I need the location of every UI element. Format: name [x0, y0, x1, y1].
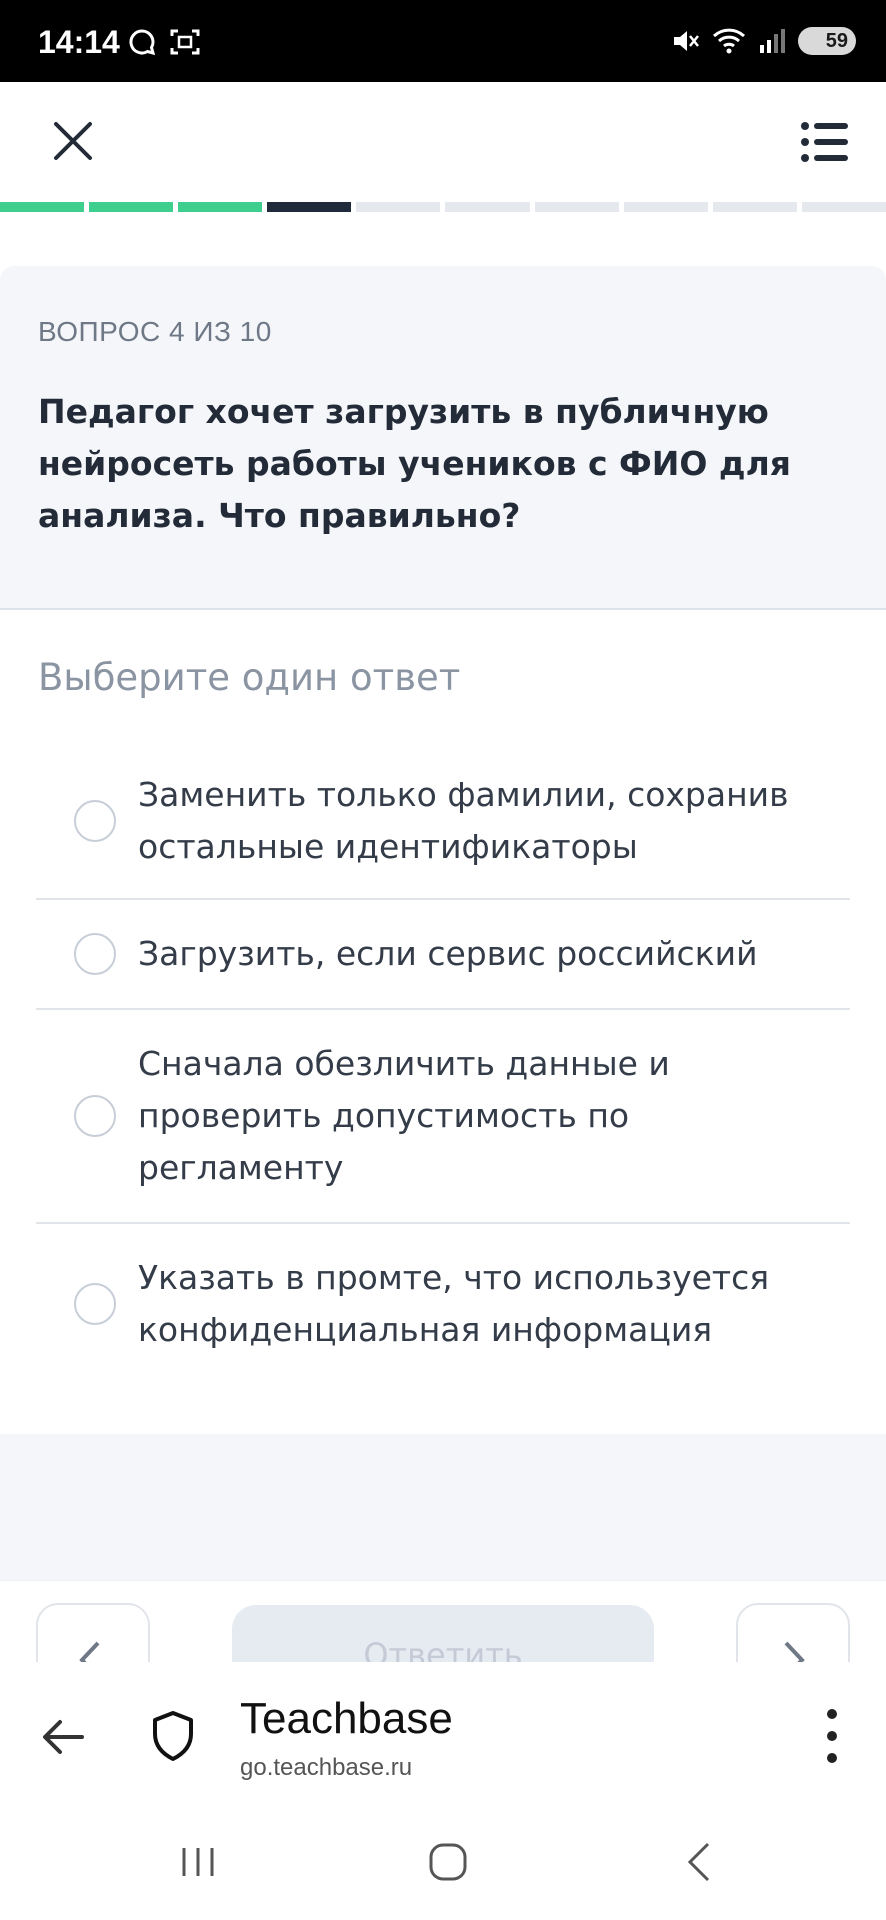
progress-segment — [445, 202, 530, 212]
browser-bar: Teachbase go.teachbase.ru — [0, 1662, 886, 1810]
answer-option-label: Загрузить, если сервис российский — [138, 934, 758, 973]
radio-button[interactable] — [74, 1095, 116, 1137]
screenshot-icon — [170, 29, 200, 55]
progress-segment — [0, 202, 85, 212]
status-time: 14:14 — [38, 24, 120, 60]
answer-option[interactable]: Загрузить, если сервис российский — [36, 900, 850, 1010]
status-bar: 14:14 59 — [0, 0, 886, 82]
question-text: Педагог хочет загрузить в публичную нейр… — [38, 392, 791, 535]
app-header — [0, 82, 886, 202]
site-title[interactable]: Teachbase — [240, 1694, 453, 1744]
progress-segment — [267, 202, 352, 212]
radio-button[interactable] — [74, 1283, 116, 1325]
answer-option-label: Сначала обезличить данные и проверить до… — [138, 1044, 670, 1187]
battery-level: 59 — [825, 29, 848, 52]
system-nav-bar — [0, 1810, 886, 1920]
progress-segment — [356, 202, 441, 212]
wifi-icon — [712, 28, 746, 54]
answer-option[interactable]: Указать в промте, что используется конфи… — [36, 1224, 850, 1384]
shield-icon[interactable] — [150, 1710, 196, 1762]
answer-option-label: Указать в промте, что используется конфи… — [138, 1258, 770, 1349]
mute-icon — [674, 31, 699, 51]
answer-option-label: Заменить только фамилии, сохранив осталь… — [138, 775, 789, 866]
question-counter: ВОПРОС 4 ИЗ 10 — [38, 316, 272, 347]
answer-option[interactable]: Сначала обезличить данные и проверить до… — [36, 1010, 850, 1224]
progress-segment — [712, 202, 797, 212]
kebab-menu-icon[interactable] — [826, 1708, 838, 1764]
chevron-left-icon — [79, 1641, 100, 1663]
answer-options: Заменить только фамилии, сохранив осталь… — [36, 744, 850, 1384]
recent-apps-icon[interactable] — [178, 1842, 218, 1882]
progress-segment — [178, 202, 263, 212]
answer-button[interactable]: Ответить — [232, 1605, 654, 1663]
question-card: ВОПРОС 4 ИЗ 10 Педагог хочет загрузить в… — [0, 266, 886, 610]
back-icon[interactable] — [680, 1840, 720, 1884]
list-menu-icon[interactable] — [800, 118, 848, 166]
home-icon[interactable] — [428, 1842, 468, 1882]
chevron-right-icon — [784, 1641, 805, 1663]
progress-segment — [534, 202, 619, 212]
question-nav-bar: Ответить — [0, 1580, 886, 1663]
battery-icon: 59 — [798, 27, 856, 55]
progress-segment — [623, 202, 708, 212]
signal-icon — [760, 29, 785, 53]
arrow-left-icon[interactable] — [40, 1714, 86, 1760]
next-question-button[interactable] — [736, 1603, 850, 1663]
content-footer-spacer — [0, 1434, 886, 1580]
chat-bubble-icon — [129, 29, 156, 56]
radio-button[interactable] — [74, 933, 116, 975]
progress-segment — [89, 202, 174, 212]
close-icon[interactable] — [50, 118, 96, 164]
answer-option[interactable]: Заменить только фамилии, сохранив осталь… — [36, 744, 850, 900]
radio-button[interactable] — [74, 800, 116, 842]
prev-question-button[interactable] — [36, 1603, 150, 1663]
site-url[interactable]: go.teachbase.ru — [240, 1754, 412, 1782]
progress-bar — [0, 202, 886, 212]
progress-segment — [801, 202, 886, 212]
answer-instruction: Выберите один ответ — [38, 656, 461, 699]
